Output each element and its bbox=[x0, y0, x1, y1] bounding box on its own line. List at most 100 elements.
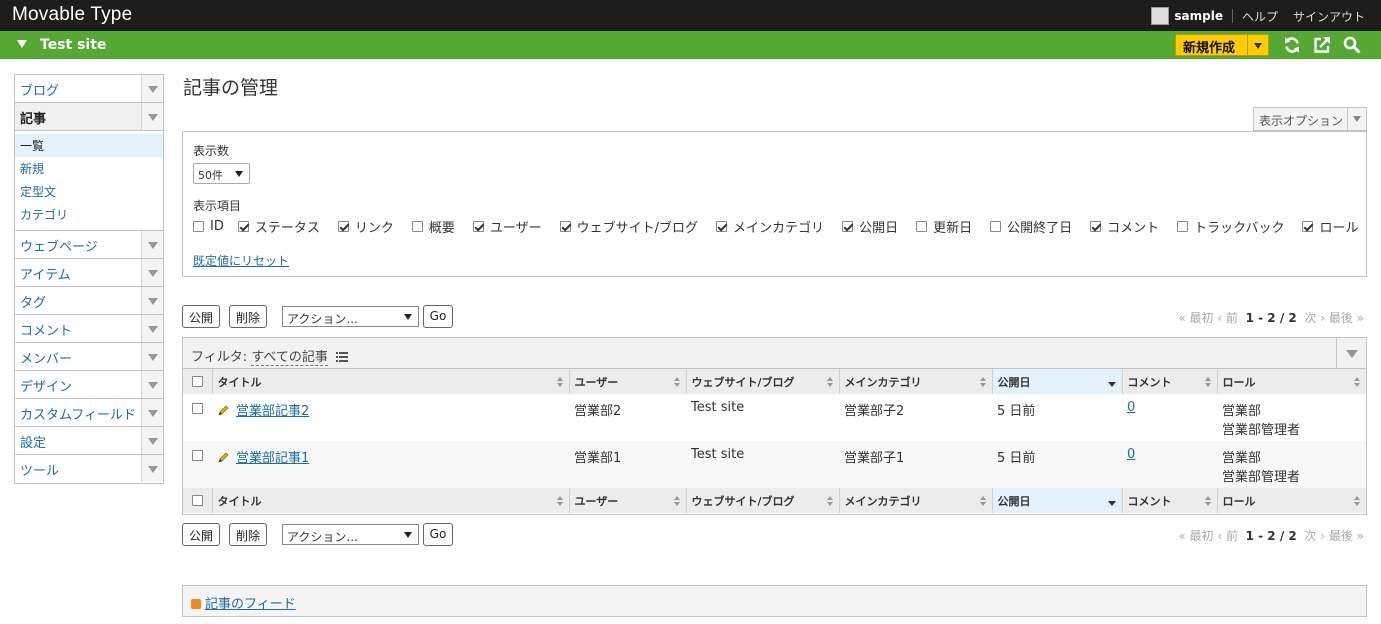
sidebar-item-design[interactable]: デザイン bbox=[15, 371, 163, 399]
column-checkbox[interactable] bbox=[990, 221, 1002, 232]
new-create-button[interactable]: 新規作成 bbox=[1175, 34, 1269, 56]
column-option[interactable]: 公開終了日 bbox=[990, 217, 1072, 236]
avatar[interactable] bbox=[1151, 7, 1170, 25]
refresh-icon[interactable] bbox=[1283, 36, 1301, 54]
go-button[interactable]: Go bbox=[423, 523, 453, 546]
chevron-down-icon[interactable] bbox=[141, 399, 163, 426]
column-option[interactable]: メインカテゴリ bbox=[716, 217, 824, 236]
site-name[interactable]: Test site bbox=[40, 37, 106, 53]
entries-feed-link[interactable]: 記事のフィード bbox=[205, 597, 296, 612]
filter-select[interactable]: すべての記事 bbox=[251, 350, 328, 366]
column-checkbox[interactable] bbox=[411, 221, 423, 232]
column-header-category[interactable]: メインカテゴリ bbox=[838, 488, 992, 513]
column-option[interactable]: ユーザー bbox=[472, 217, 542, 236]
signout-link[interactable]: サインアウト bbox=[1293, 8, 1365, 25]
comments-count-link[interactable]: 0 bbox=[1127, 447, 1135, 462]
sidebar-item-blog[interactable]: ブログ bbox=[15, 75, 163, 103]
sidebar-subitem-boilerplate[interactable]: 定型文 bbox=[15, 180, 163, 203]
search-icon[interactable] bbox=[1343, 36, 1361, 54]
column-checkbox[interactable] bbox=[237, 221, 249, 232]
chevron-down-icon[interactable] bbox=[141, 371, 163, 398]
chevron-down-icon[interactable] bbox=[141, 231, 163, 258]
column-option[interactable]: ID bbox=[193, 217, 224, 236]
column-option[interactable]: 概要 bbox=[411, 217, 455, 236]
column-option[interactable]: 更新日 bbox=[916, 217, 972, 236]
column-header-category[interactable]: メインカテゴリ bbox=[838, 369, 992, 394]
column-header-date[interactable]: 公開日 bbox=[991, 369, 1122, 394]
sidebar-item-members[interactable]: メンバー bbox=[15, 343, 163, 371]
display-options-button[interactable]: 表示オプション bbox=[1253, 107, 1367, 131]
chevron-down-icon[interactable] bbox=[141, 259, 163, 286]
column-checkbox[interactable] bbox=[472, 221, 484, 232]
column-checkbox[interactable] bbox=[842, 221, 854, 232]
column-option[interactable]: コメント bbox=[1090, 217, 1159, 236]
column-header-comments[interactable]: コメント bbox=[1121, 369, 1217, 394]
column-option[interactable]: ステータス bbox=[237, 217, 320, 236]
column-header-title[interactable]: タイトル bbox=[211, 369, 569, 394]
entry-title-link[interactable]: 営業部記事2 bbox=[236, 404, 309, 419]
column-option[interactable]: ウェブサイト/ブログ bbox=[559, 217, 698, 236]
sidebar-subitem-list[interactable]: 一覧 bbox=[15, 134, 163, 157]
select-all-checkbox[interactable] bbox=[192, 495, 203, 506]
column-option[interactable]: 公開日 bbox=[842, 217, 898, 236]
external-link-icon[interactable] bbox=[1313, 36, 1331, 54]
chevron-down-icon[interactable] bbox=[141, 315, 163, 342]
column-checkbox[interactable] bbox=[916, 221, 928, 232]
sidebar-item-comments[interactable]: コメント bbox=[15, 315, 163, 343]
column-header-title[interactable]: タイトル bbox=[211, 488, 569, 513]
site-menu-toggle-icon[interactable] bbox=[17, 40, 27, 48]
reset-defaults-link[interactable]: 既定値にリセット bbox=[193, 252, 289, 269]
sidebar-item-settings[interactable]: 設定 bbox=[15, 427, 163, 455]
column-checkbox[interactable] bbox=[716, 221, 728, 232]
entry-title-link[interactable]: 営業部記事1 bbox=[236, 451, 309, 466]
column-checkbox[interactable] bbox=[1302, 221, 1314, 232]
list-icon[interactable] bbox=[335, 352, 348, 362]
sidebar-item-assets[interactable]: アイテム bbox=[15, 259, 163, 287]
publish-button[interactable]: 公開 bbox=[182, 523, 220, 546]
delete-button[interactable]: 削除 bbox=[229, 305, 267, 328]
row-checkbox[interactable] bbox=[192, 450, 203, 461]
column-option[interactable]: トラックバック bbox=[1177, 217, 1284, 236]
action-select[interactable]: アクション... bbox=[282, 306, 419, 327]
chevron-down-icon[interactable] bbox=[141, 343, 163, 370]
delete-button[interactable]: 削除 bbox=[229, 523, 267, 546]
filter-toggle-icon[interactable] bbox=[1336, 338, 1366, 368]
column-header-site[interactable]: ウェブサイト/ブログ bbox=[685, 369, 839, 394]
column-checkbox[interactable] bbox=[1090, 221, 1102, 232]
column-header-site[interactable]: ウェブサイト/ブログ bbox=[685, 488, 839, 513]
select-all-checkbox[interactable] bbox=[192, 376, 203, 387]
sidebar-item-custom-fields[interactable]: カスタムフィールド bbox=[15, 399, 163, 427]
chevron-down-icon[interactable] bbox=[141, 287, 163, 314]
column-header-role[interactable]: ロール bbox=[1216, 488, 1366, 513]
chevron-down-icon[interactable] bbox=[141, 427, 163, 454]
chevron-down-icon[interactable] bbox=[141, 75, 163, 102]
go-button[interactable]: Go bbox=[423, 305, 453, 328]
sidebar-subitem-category[interactable]: カテゴリ bbox=[15, 203, 163, 226]
column-checkbox[interactable] bbox=[1177, 221, 1189, 232]
column-header-date[interactable]: 公開日 bbox=[991, 488, 1122, 513]
column-header-user[interactable]: ユーザー bbox=[568, 488, 686, 513]
app-logo[interactable]: Movable Type bbox=[12, 4, 132, 26]
username-link[interactable]: sample bbox=[1174, 9, 1223, 23]
action-select[interactable]: アクション... bbox=[282, 524, 419, 545]
chevron-down-icon[interactable] bbox=[141, 455, 163, 482]
per-page-select[interactable]: 50件 bbox=[193, 163, 250, 184]
column-option[interactable]: リンク bbox=[337, 217, 394, 236]
comments-count-link[interactable]: 0 bbox=[1127, 400, 1135, 415]
column-header-comments[interactable]: コメント bbox=[1121, 488, 1217, 513]
column-header-user[interactable]: ユーザー bbox=[568, 369, 686, 394]
column-checkbox[interactable] bbox=[193, 221, 204, 232]
chevron-down-icon[interactable] bbox=[141, 103, 163, 130]
sidebar-item-tools[interactable]: ツール bbox=[15, 455, 163, 483]
sidebar-subitem-new[interactable]: 新規 bbox=[15, 157, 163, 180]
sidebar-item-webpages[interactable]: ウェブページ bbox=[15, 231, 163, 259]
sidebar-item-tags[interactable]: タグ bbox=[15, 287, 163, 315]
publish-button[interactable]: 公開 bbox=[182, 305, 220, 328]
column-header-role[interactable]: ロール bbox=[1216, 369, 1366, 394]
column-checkbox[interactable] bbox=[337, 221, 349, 232]
column-option[interactable]: ロール bbox=[1302, 217, 1359, 236]
row-checkbox[interactable] bbox=[192, 403, 203, 414]
sidebar-item-entries[interactable]: 記事 bbox=[15, 103, 163, 131]
new-create-dropdown-icon[interactable] bbox=[1247, 35, 1269, 55]
help-link[interactable]: ヘルプ bbox=[1242, 8, 1278, 25]
